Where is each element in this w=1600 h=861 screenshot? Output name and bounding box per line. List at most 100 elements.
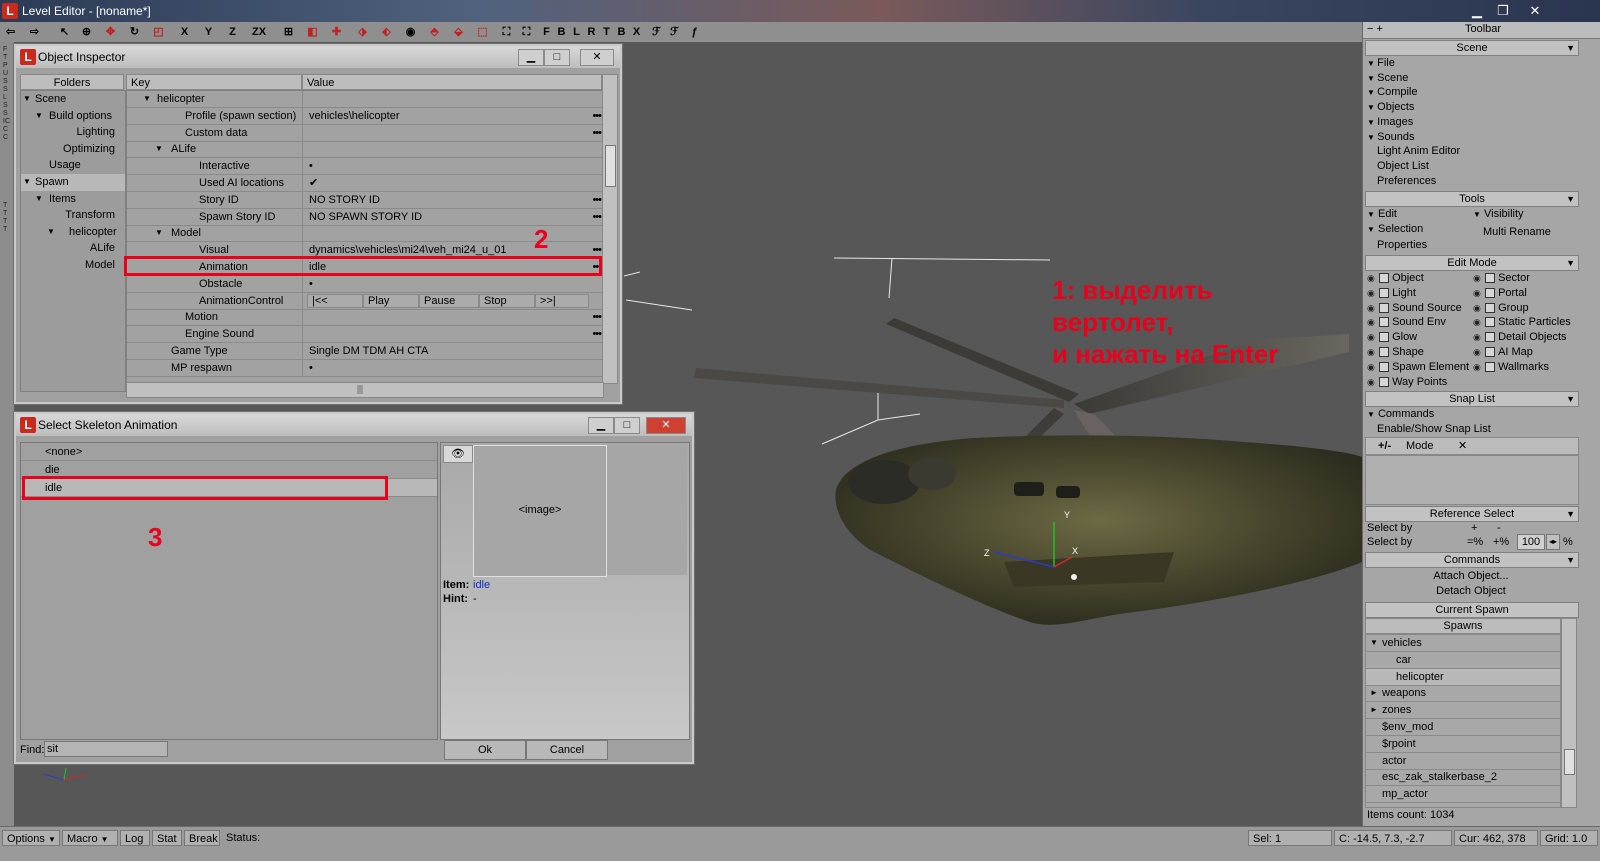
camera-free-icon[interactable]: ℱ — [666, 24, 683, 40]
ref-pct-plus-button[interactable]: +% — [1493, 535, 1509, 549]
zoom-sel-icon[interactable]: ⛶ — [518, 24, 535, 40]
property-row[interactable]: AnimationControl |<< Play Pause Stop >>| — [127, 292, 603, 310]
editmode-checkbox[interactable] — [1379, 347, 1390, 358]
visibility-eye-icon[interactable]: ◉ — [1473, 330, 1482, 344]
csg-icon[interactable]: ⬘ — [426, 24, 443, 40]
property-row[interactable]: ▼ helicopter — [127, 91, 603, 108]
editmode-checkbox[interactable] — [1485, 273, 1496, 284]
anim-control-button[interactable]: >>| — [535, 293, 589, 308]
ref-minus-button[interactable]: - — [1497, 521, 1501, 535]
vscroll-thumb[interactable] — [605, 145, 616, 187]
ellipsis-button[interactable]: ••• — [592, 209, 602, 225]
editmode-checkbox[interactable] — [1379, 287, 1390, 298]
tree-arrow-icon[interactable]: ▼ — [143, 91, 151, 107]
visibility-eye-icon[interactable]: ◉ — [1367, 375, 1376, 389]
skeleton-caption[interactable]: L Select Skeleton Animation ▁ □ ✕ — [16, 414, 692, 436]
ellipsis-button[interactable]: ••• — [592, 309, 602, 325]
tree-arrow-icon[interactable]: ▼ — [23, 174, 31, 190]
ellipsis-button[interactable]: ••• — [592, 326, 602, 342]
property-row[interactable]: Spawn Story ID NO SPAWN STORY ID ••• — [127, 208, 603, 226]
macro-menu[interactable]: Macro ▼ — [62, 830, 118, 846]
editmode-checkbox[interactable] — [1485, 332, 1496, 343]
visibility-eye-icon[interactable]: ◉ — [1473, 345, 1482, 359]
property-value[interactable]: NO STORY ID — [309, 192, 380, 208]
visibility-eye-icon[interactable]: ◉ — [1367, 315, 1376, 329]
skeleton-maximize-icon[interactable]: □ — [614, 417, 640, 434]
folder-item[interactable]: ▼ Spawn — [21, 174, 125, 191]
property-value[interactable]: • — [309, 360, 313, 376]
visibility-eye-icon[interactable]: ◉ — [1367, 360, 1376, 374]
spawn-item[interactable]: $env_mod — [1366, 719, 1560, 736]
value-column-header[interactable]: Value — [302, 74, 602, 90]
spawn-item[interactable]: $rpoint — [1366, 736, 1560, 753]
snap-grid-icon[interactable]: ⊞ — [280, 24, 297, 40]
editmode-checkbox[interactable] — [1485, 347, 1496, 358]
property-row[interactable]: Used AI locations ✔ — [127, 175, 603, 192]
close-icon[interactable]: ✕ — [1524, 2, 1546, 19]
current-spawn-header[interactable]: Current Spawn — [1365, 602, 1579, 618]
property-value[interactable]: • — [309, 276, 313, 292]
property-row[interactable]: Custom data ••• — [127, 124, 603, 142]
spawn-item[interactable]: ► zones — [1366, 702, 1560, 720]
view-reset-button[interactable]: X — [628, 24, 645, 40]
eye-icon[interactable]: 👁 — [443, 445, 473, 463]
property-vscroll[interactable] — [602, 74, 618, 384]
tools-visibility[interactable]: ▼ Visibility — [1473, 207, 1524, 222]
visibility-eye-icon[interactable]: ◉ — [1473, 286, 1482, 300]
scene-menu-item[interactable]: Preferences — [1377, 174, 1436, 188]
editmode-checkbox[interactable] — [1485, 302, 1496, 313]
spawn-item[interactable]: esc_zak_stalkerbase_2 — [1366, 769, 1560, 787]
anim-control-button[interactable]: Stop — [479, 293, 535, 308]
tree-arrow-icon[interactable]: ▼ — [155, 141, 163, 157]
log-button[interactable]: Log — [120, 830, 150, 846]
editmode-right-item[interactable]: ◉ Static Particles — [1473, 315, 1571, 329]
folder-item[interactable]: Optimizing — [21, 141, 125, 158]
skeleton-minimize-icon[interactable]: ▁ — [588, 417, 614, 434]
attach-object-button[interactable]: Attach Object... — [1365, 569, 1577, 583]
tree-arrow-icon[interactable]: ► — [1370, 685, 1378, 701]
property-value[interactable]: • — [309, 158, 313, 174]
axis-z-button[interactable]: Z — [224, 24, 241, 40]
tree-arrow-icon[interactable]: ▼ — [35, 108, 43, 124]
axis-y-button[interactable]: Y — [200, 24, 217, 40]
tree-arrow-icon[interactable]: ▼ — [35, 191, 43, 207]
zoom-extent-icon[interactable]: ⬚ — [474, 24, 491, 40]
snaplist-section-header[interactable]: Snap List ▼ — [1365, 391, 1579, 407]
tools-multi-rename[interactable]: Multi Rename — [1483, 225, 1551, 239]
find-input[interactable] — [44, 741, 168, 757]
panel-pin-icon[interactable]: − + — [1367, 23, 1383, 35]
anim-control-button[interactable]: |<< — [307, 293, 363, 308]
folder-item[interactable]: ▼ Build options — [21, 108, 125, 125]
anim-control-button[interactable]: Pause — [419, 293, 479, 308]
scene-section-header[interactable]: Scene ▼ — [1365, 40, 1579, 56]
editmode-left-item[interactable]: ◉ Sound Env — [1367, 315, 1446, 329]
animation-item[interactable]: <none> — [21, 443, 437, 461]
folder-item[interactable]: ALife — [21, 240, 125, 257]
rotate-icon[interactable]: ↻ — [126, 24, 143, 40]
spawn-vscroll[interactable] — [1561, 618, 1577, 808]
folder-item[interactable]: Usage — [21, 157, 125, 174]
tools-edit[interactable]: ▼ Edit — [1367, 207, 1397, 222]
inspector-minimize-icon[interactable]: ▁ — [518, 49, 544, 66]
inspector-caption[interactable]: L Object Inspector ▁ □ ✕ — [16, 46, 620, 68]
editmode-checkbox[interactable] — [1485, 287, 1496, 298]
property-hscroll[interactable] — [126, 382, 604, 398]
ellipsis-button[interactable]: ••• — [592, 192, 602, 208]
ref-pct-minus-button[interactable]: =% — [1467, 535, 1483, 549]
minimize-icon[interactable]: ▁ — [1466, 2, 1488, 19]
break-button[interactable]: Break — [184, 830, 220, 846]
editmode-checkbox[interactable] — [1379, 317, 1390, 328]
property-row[interactable]: Game Type Single DM TDM AH CTA — [127, 343, 603, 360]
scale-icon[interactable]: ◰ — [150, 24, 167, 40]
stat-button[interactable]: Stat — [152, 830, 182, 846]
editmode-left-item[interactable]: ◉ Way Points — [1367, 375, 1447, 389]
spawn-item[interactable]: ► weapons — [1366, 685, 1560, 703]
snap-list-box[interactable] — [1365, 455, 1579, 505]
anim-control-button[interactable]: Play — [363, 293, 419, 308]
scene-menu-item[interactable]: ▼ File — [1367, 56, 1395, 71]
tools-properties[interactable]: Properties — [1377, 238, 1427, 252]
property-row[interactable]: Story ID NO STORY ID ••• — [127, 191, 603, 209]
property-value[interactable]: Single DM TDM AH CTA — [309, 343, 428, 359]
ref-plus-button[interactable]: + — [1471, 521, 1477, 535]
ok-button[interactable]: Ok — [444, 740, 526, 760]
